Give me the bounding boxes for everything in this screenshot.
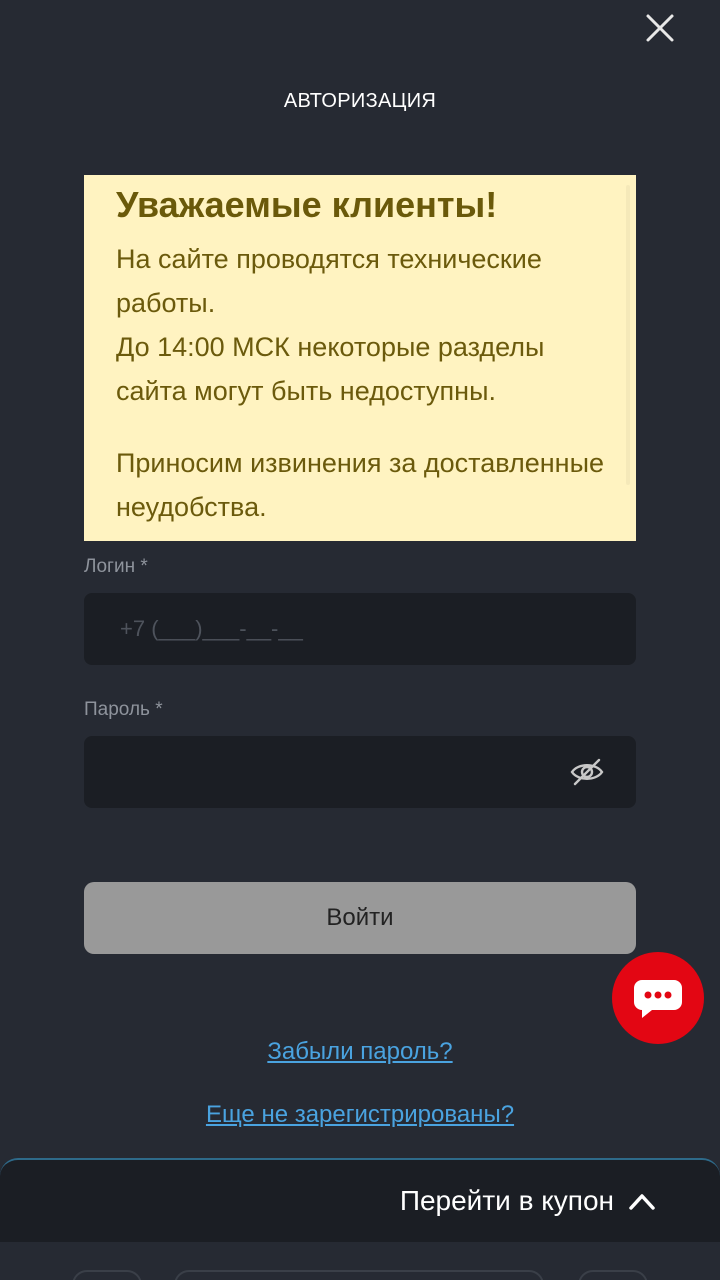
nav-item-left[interactable]: [72, 1270, 142, 1280]
register-link[interactable]: Еще не зарегистрированы?: [0, 1101, 720, 1129]
notice-line-2: До 14:00 МСК некоторые разделы сайта мог…: [116, 332, 545, 406]
close-button[interactable]: [638, 8, 682, 48]
go-to-coupon-bar[interactable]: Перейти в купон: [0, 1158, 720, 1242]
bottom-navigation: [0, 1242, 720, 1280]
notice-title: Уважаемые клиенты!: [116, 184, 498, 225]
eye-off-icon: [570, 758, 604, 786]
page-title: АВТОРИЗАЦИЯ: [283, 90, 437, 112]
coupon-label: Перейти в купон: [399, 1185, 614, 1216]
chevron-up-icon: [629, 1194, 655, 1210]
login-button[interactable]: Войти: [84, 882, 636, 954]
maintenance-notice: Уважаемые клиенты! На сайте проводятся т…: [84, 175, 636, 541]
notice-body: На сайте проводятся технические работы. …: [116, 237, 604, 413]
nav-item-center[interactable]: [174, 1270, 544, 1280]
close-icon: [646, 14, 674, 42]
notice-line-1: На сайте проводятся технические работы.: [116, 244, 542, 318]
chat-button[interactable]: [612, 952, 704, 1044]
login-input[interactable]: [120, 616, 600, 642]
login-label: Логин *: [84, 556, 148, 577]
forgot-password-link[interactable]: Забыли пароль?: [0, 1038, 720, 1066]
login-screen: АВТОРИЗАЦИЯ Уважаемые клиенты! На сайте …: [0, 0, 720, 1280]
toggle-password-visibility-button[interactable]: [568, 753, 606, 791]
nav-item-right[interactable]: [578, 1270, 648, 1280]
notice-scrollbar[interactable]: [626, 185, 630, 485]
password-label: Пароль *: [84, 699, 163, 720]
password-input[interactable]: [120, 759, 600, 785]
notice-apology: Приносим извинения за доставленные неудо…: [116, 448, 604, 522]
password-field-container: [84, 736, 636, 808]
login-field-container: [84, 593, 636, 665]
chat-bubble-icon: [634, 980, 682, 1018]
